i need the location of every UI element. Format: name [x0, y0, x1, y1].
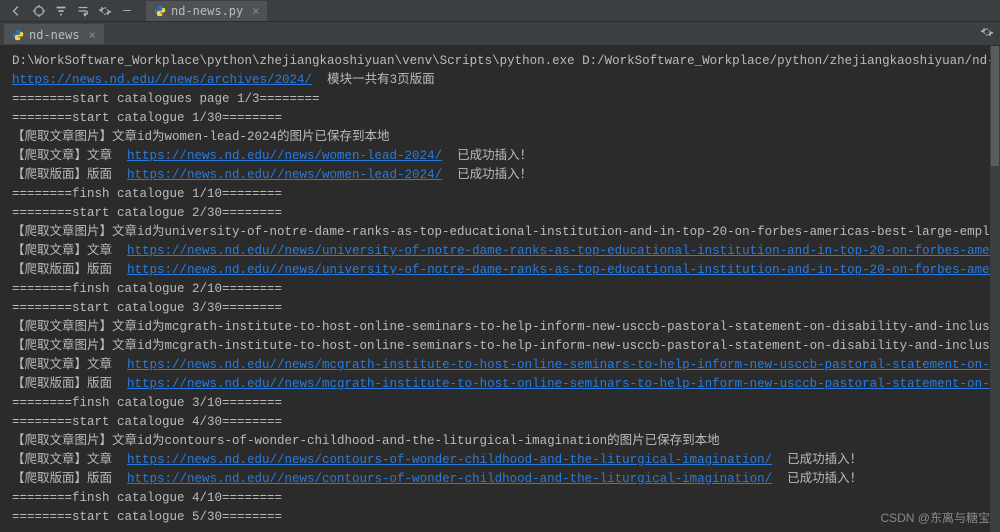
- watermark: CSDN @东离与糖宝: [880, 509, 990, 526]
- console-link[interactable]: https://news.nd.edu//news/contours-of-wo…: [127, 472, 772, 486]
- close-icon[interactable]: ×: [252, 4, 259, 18]
- wrap-icon[interactable]: [72, 2, 94, 20]
- editor-tab-label: nd-news.py: [171, 4, 243, 18]
- console-link[interactable]: https://news.nd.edu//news/archives/2024/: [12, 73, 312, 87]
- console-link[interactable]: https://news.nd.edu//news/contours-of-wo…: [127, 453, 772, 467]
- gear-icon[interactable]: [94, 2, 116, 20]
- console-link[interactable]: https://news.nd.edu//news/women-lead-202…: [127, 168, 442, 182]
- back-icon[interactable]: [6, 2, 28, 20]
- top-toolbar: — nd-news.py ×: [0, 0, 1000, 22]
- console-link[interactable]: https://news.nd.edu//news/university-of-…: [127, 244, 1000, 258]
- python-file-icon: [12, 29, 24, 41]
- run-tabbar: nd-news ×: [0, 22, 1000, 46]
- console-link[interactable]: https://news.nd.edu//news/mcgrath-instit…: [127, 358, 1000, 372]
- console-link[interactable]: https://news.nd.edu//news/women-lead-202…: [127, 149, 442, 163]
- editor-tab[interactable]: nd-news.py ×: [146, 1, 267, 21]
- console-link[interactable]: https://news.nd.edu//news/mcgrath-instit…: [127, 377, 1000, 391]
- console-output[interactable]: D:\WorkSoftware_Workplace\python\zhejian…: [0, 46, 1000, 532]
- scrollbar-thumb[interactable]: [991, 46, 999, 166]
- settings-icon[interactable]: [980, 25, 994, 42]
- minimize-icon[interactable]: —: [116, 2, 138, 20]
- python-file-icon: [154, 5, 166, 17]
- filter-icon[interactable]: [50, 2, 72, 20]
- run-tab-label: nd-news: [29, 28, 80, 42]
- cycle-icon[interactable]: [28, 2, 50, 20]
- vertical-scrollbar[interactable]: [990, 46, 1000, 532]
- close-icon[interactable]: ×: [89, 28, 96, 42]
- console-link[interactable]: https://news.nd.edu//news/university-of-…: [127, 263, 1000, 277]
- run-tab[interactable]: nd-news ×: [4, 24, 104, 44]
